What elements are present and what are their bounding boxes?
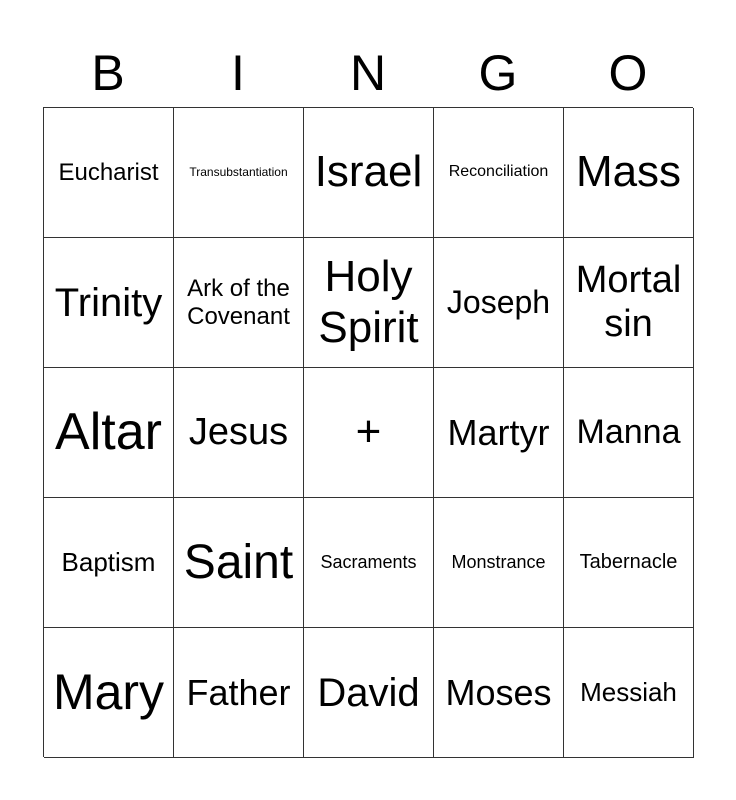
bingo-cell[interactable]: David <box>304 628 434 758</box>
bingo-cell[interactable]: Mary <box>44 628 174 758</box>
bingo-cell[interactable]: Holy Spirit <box>304 238 434 368</box>
header-letter-o: O <box>608 45 648 101</box>
cell-label: Sacraments <box>320 552 417 573</box>
cell-label: Mortal sin <box>575 258 682 345</box>
cell-label: Father <box>186 671 291 713</box>
cell-label: Israel <box>314 147 423 197</box>
cell-label: Holy Spirit <box>318 251 419 352</box>
bingo-cell[interactable]: Baptism <box>44 498 174 628</box>
cell-label: Moses <box>445 671 552 713</box>
cell-label: Eucharist <box>58 158 159 186</box>
cell-label: Mary <box>52 663 165 720</box>
cell-label: Joseph <box>446 284 551 321</box>
cell-label: Messiah <box>580 676 677 707</box>
bingo-cell[interactable]: Sacraments <box>304 498 434 628</box>
cell-label: Martyr <box>447 411 550 453</box>
bingo-cell[interactable]: Martyr <box>434 368 564 498</box>
cell-label: Tabernacle <box>579 551 678 573</box>
bingo-cell[interactable]: Altar <box>44 368 174 498</box>
bingo-cell[interactable]: Jesus <box>174 368 304 498</box>
bingo-cell[interactable]: Messiah <box>564 628 694 758</box>
cell-label: Mass <box>575 147 682 197</box>
bingo-cell[interactable]: Manna <box>564 368 694 498</box>
header-letter-b: B <box>91 45 125 101</box>
header-letter-g: G <box>478 45 518 101</box>
bingo-cell[interactable]: Mass <box>564 108 694 238</box>
cell-label: Jesus <box>188 410 289 453</box>
cell-label: Trinity <box>54 280 163 325</box>
cell-label: + <box>355 407 382 457</box>
cell-label: Monstrance <box>451 552 546 573</box>
bingo-cell[interactable]: Trinity <box>44 238 174 368</box>
bingo-cell[interactable]: Saint <box>174 498 304 628</box>
bingo-cell[interactable]: Mortal sin <box>564 238 694 368</box>
bingo-cell[interactable]: Monstrance <box>434 498 564 628</box>
bingo-cell[interactable]: Tabernacle <box>564 498 694 628</box>
cell-label: Altar <box>55 402 162 461</box>
bingo-cell[interactable]: Father <box>174 628 304 758</box>
cell-label: Baptism <box>61 546 156 577</box>
header-letter-i: I <box>231 45 245 101</box>
cell-label: David <box>317 670 420 715</box>
bingo-cell[interactable]: Moses <box>434 628 564 758</box>
bingo-cell[interactable]: Eucharist <box>44 108 174 238</box>
bingo-cell[interactable]: Ark of the Covenant <box>174 238 304 368</box>
bingo-cell[interactable]: Transubstantiation <box>174 108 304 238</box>
cell-label: Saint <box>183 535 294 589</box>
cell-label: Manna <box>576 412 681 451</box>
bingo-cell[interactable]: Reconciliation <box>434 108 564 238</box>
cell-label: Transubstantiation <box>189 164 288 179</box>
header-letter-n: N <box>349 45 387 101</box>
cell-label: Ark of the Covenant <box>187 274 290 330</box>
bingo-grid: Eucharist Transubstantiation Israel Reconci… <box>43 107 694 758</box>
cell-label: Reconciliation <box>448 163 549 181</box>
bingo-cell[interactable]: Israel <box>304 108 434 238</box>
bingo-header: B I N G O <box>43 42 693 104</box>
free-space-cell[interactable]: + <box>304 368 434 498</box>
bingo-cell[interactable]: Joseph <box>434 238 564 368</box>
